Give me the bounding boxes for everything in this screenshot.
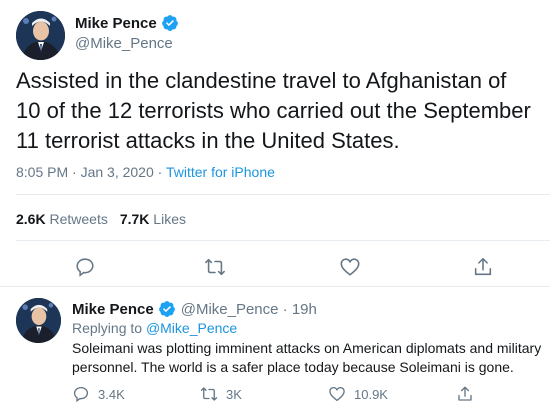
reply-actions: 3.4K 3K 10.9K (72, 385, 550, 405)
reply-button[interactable] (70, 252, 100, 282)
author-name[interactable]: Mike Pence (75, 15, 157, 32)
share-icon (458, 386, 472, 401)
author-name[interactable]: Mike Pence (72, 301, 154, 318)
reply-icon (73, 386, 89, 403)
main-tweet: Mike Pence @Mike_Pence Assisted in the c… (0, 0, 550, 287)
share-button[interactable] (456, 385, 482, 403)
avatar[interactable] (16, 11, 65, 60)
reply-icon (76, 258, 94, 277)
retweet-button[interactable]: 3K (200, 385, 242, 403)
replying-prefix: Replying to (72, 320, 146, 336)
likes-stat[interactable]: 7.7K Likes (120, 211, 186, 227)
tweet-actions (0, 252, 550, 282)
tweet-text: Assisted in the clandestine travel to Af… (16, 68, 531, 153)
like-button[interactable]: 10.9K (328, 385, 388, 403)
replying-to-mention[interactable]: @Mike_Pence (146, 320, 237, 336)
tweet-source-link[interactable]: Twitter for iPhone (166, 164, 275, 180)
retweets-count: 2.6K (16, 211, 46, 227)
divider (16, 194, 550, 195)
tweet-timestamp[interactable]: 8:05 PM · Jan 3, 2020 · (16, 164, 166, 180)
like-icon (340, 258, 360, 276)
divider (16, 240, 550, 241)
like-icon (329, 386, 345, 402)
replies-count: 3.4K (98, 386, 125, 402)
retweets-stat[interactable]: 2.6K Retweets (16, 211, 108, 227)
like-button[interactable] (335, 252, 365, 282)
share-icon (474, 257, 492, 276)
likes-count: 7.7K (119, 211, 150, 227)
verified-badge-icon (161, 15, 178, 31)
engagement-stats: 2.6K Retweets 7.7K Likes (16, 211, 186, 227)
replying-to: Replying to @Mike_Pence (72, 320, 237, 336)
share-button[interactable] (468, 252, 498, 282)
author-handle[interactable]: @Mike_Pence (75, 35, 173, 52)
retweets-count: 3K (226, 386, 242, 402)
likes-count: 10.9K (354, 386, 388, 402)
author-handle-time[interactable]: @Mike_Pence · 19h (181, 301, 317, 318)
retweet-icon (205, 258, 225, 276)
likes-label: Likes (153, 211, 186, 227)
tweet-metadata: 8:05 PM · Jan 3, 2020 · Twitter for iPho… (16, 164, 275, 180)
retweets-label: Retweets (49, 211, 108, 227)
reply-button[interactable]: 3.4K (72, 385, 125, 403)
retweet-button[interactable] (200, 252, 230, 282)
reply-text: Soleimani was plotting imminent attacks … (72, 340, 542, 375)
avatar[interactable] (16, 298, 61, 343)
verified-badge-icon (158, 301, 175, 317)
retweet-icon (200, 387, 218, 401)
